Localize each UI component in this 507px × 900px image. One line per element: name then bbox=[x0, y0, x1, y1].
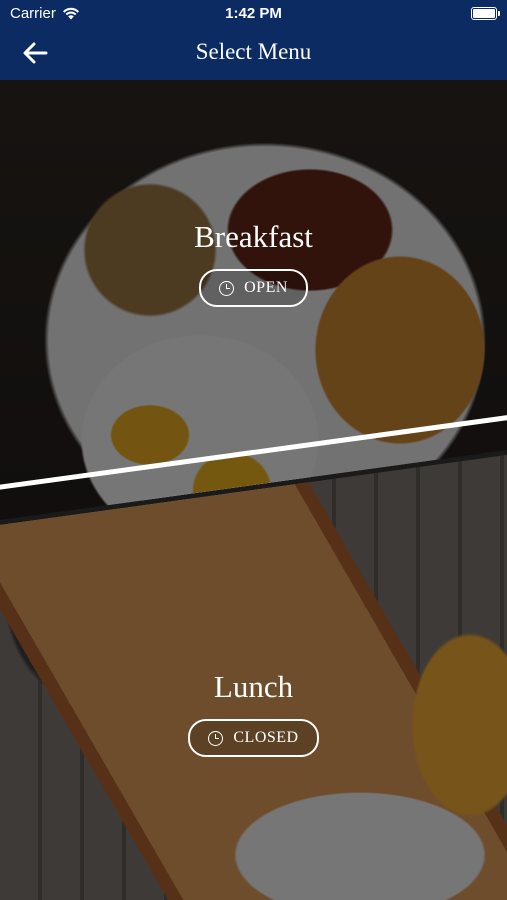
status-label: CLOSED bbox=[233, 729, 299, 746]
status-bar: Carrier 1:42 PM bbox=[0, 0, 507, 28]
status-label: OPEN bbox=[244, 279, 288, 296]
page-title: Select Menu bbox=[195, 39, 312, 64]
status-time: 1:42 PM bbox=[225, 5, 282, 22]
navigation-bar: Select Menu bbox=[0, 28, 507, 80]
menu-name: Breakfast bbox=[194, 219, 313, 254]
top-bar: Carrier 1:42 PM Select Menu bbox=[0, 0, 507, 80]
clock-icon bbox=[208, 730, 224, 746]
clock-icon bbox=[219, 280, 235, 296]
lunch-label-group: Lunch CLOSED bbox=[0, 669, 507, 757]
breakfast-label-group: Breakfast OPEN bbox=[0, 219, 507, 307]
status-badge: OPEN bbox=[199, 269, 308, 307]
screen: Carrier 1:42 PM Select Menu Breakfast OP… bbox=[0, 0, 507, 900]
menu-name: Lunch bbox=[213, 669, 294, 704]
battery-icon bbox=[471, 7, 500, 20]
status-badge: CLOSED bbox=[188, 719, 319, 757]
